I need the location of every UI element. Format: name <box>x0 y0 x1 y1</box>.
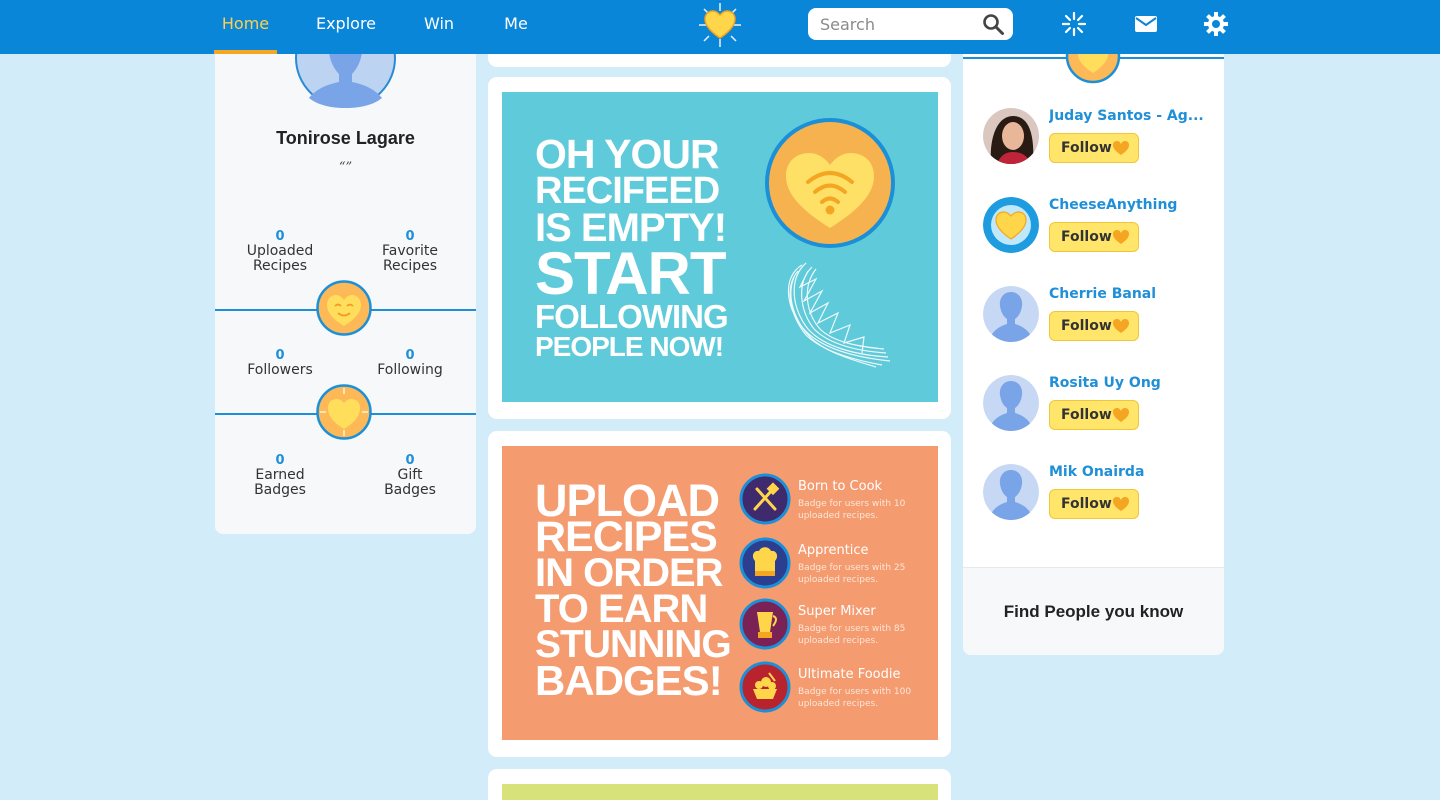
avatar[interactable] <box>983 108 1039 164</box>
empty-feed-headline: OH YOUR RECIFEED IS EMPTY! START FOLLOWI… <box>535 131 729 362</box>
person-name[interactable]: Cherrie Banal <box>1049 286 1209 302</box>
badge-description: Badge for users with 10 uploaded recipes… <box>798 499 906 521</box>
mail-icon[interactable] <box>1133 11 1159 37</box>
badge-title: Super Mixer <box>798 604 876 619</box>
suggested-person: Juday Santos - Ag... Follow <box>963 108 1224 168</box>
badge-description: Badge for users with 85 uploaded recipes… <box>798 624 906 646</box>
stat-label: Earned <box>255 467 305 483</box>
heart-icon <box>1113 319 1129 333</box>
dish-icon <box>739 661 791 713</box>
tab-win[interactable]: Win <box>416 0 462 54</box>
badge-born-to-cook: Born to Cook Badge for users with 10 upl… <box>739 473 929 529</box>
stat-label: Recipes <box>252 258 308 274</box>
stat-value: 0 <box>405 348 415 363</box>
stat-value: 0 <box>405 229 415 244</box>
badge-description: Badge for users with 100 uploaded recipe… <box>798 687 912 709</box>
person-name[interactable]: Mik Onairda <box>1049 464 1209 480</box>
search-input[interactable] <box>820 8 980 40</box>
stat-gift-badges[interactable]: 0 Gift Badges <box>350 454 470 498</box>
suggested-person: CheeseAnything Follow <box>963 197 1224 257</box>
tab-home[interactable]: Home <box>214 0 277 54</box>
follow-button[interactable]: Follow <box>1049 133 1139 163</box>
stat-value: 0 <box>275 348 285 363</box>
wifi-heart-icon <box>765 118 895 248</box>
stat-label: Favorite <box>382 243 438 259</box>
feed-card-empty-feed: OH YOUR RECIFEED IS EMPTY! START FOLLOWI… <box>488 77 951 419</box>
heart-icon <box>1113 497 1129 511</box>
stat-label: Gift <box>397 467 423 483</box>
stat-favorite-recipes[interactable]: 0 Favorite Recipes <box>350 230 470 274</box>
suggested-person: Mik Onairda Follow <box>963 464 1224 524</box>
follow-label: Follow <box>1061 318 1112 334</box>
heart-icon <box>1113 408 1129 422</box>
stat-value: 0 <box>275 453 285 468</box>
stat-followers[interactable]: 0 Followers <box>220 349 340 378</box>
avatar[interactable] <box>983 197 1039 253</box>
badges-promo-banner: UPLOAD RECIPES IN ORDER TO EARN STUNNING… <box>502 446 938 740</box>
follow-button[interactable]: Follow <box>1049 222 1139 252</box>
heart-icon <box>1113 230 1129 244</box>
stat-label: Followers <box>247 362 313 378</box>
scribble-doodle-icon <box>787 262 891 368</box>
person-name[interactable]: Juday Santos - Ag... <box>1049 108 1209 124</box>
empty-feed-banner: OH YOUR RECIFEED IS EMPTY! START FOLLOWI… <box>502 92 938 402</box>
settings-gear-icon[interactable] <box>1203 11 1229 37</box>
mixer-icon <box>739 598 791 650</box>
search-icon[interactable] <box>981 12 1005 36</box>
people-suggestions-card: Juday Santos - Ag... Follow CheeseAnythi… <box>963 40 1224 655</box>
suggested-person: Cherrie Banal Follow <box>963 286 1224 346</box>
person-name[interactable]: Rosita Uy Ong <box>1049 375 1209 391</box>
badge-description: Badge for users with 25 uploaded recipes… <box>798 563 906 585</box>
stat-value: 0 <box>405 453 415 468</box>
stat-label: Badges <box>254 482 306 498</box>
heart-medal-icon <box>316 384 372 440</box>
stat-uploaded-recipes[interactable]: 0 Uploaded Recipes <box>220 230 340 274</box>
follow-label: Follow <box>1061 407 1112 423</box>
avatar[interactable] <box>983 375 1039 431</box>
search-box <box>808 8 1013 40</box>
badge-apprentice: Apprentice Badge for users with 25 uploa… <box>739 537 929 593</box>
notifications-burst-icon[interactable] <box>1061 11 1087 37</box>
badge-super-mixer: Super Mixer Badge for users with 85 uplo… <box>739 598 929 654</box>
tab-me[interactable]: Me <box>496 0 536 54</box>
follow-button[interactable]: Follow <box>1049 311 1139 341</box>
follow-button[interactable]: Follow <box>1049 489 1139 519</box>
happy-heart-medal-icon <box>316 280 372 336</box>
person-name[interactable]: CheeseAnything <box>1049 197 1209 213</box>
profile-quote: “” <box>338 160 353 175</box>
follow-button[interactable]: Follow <box>1049 400 1139 430</box>
follow-label: Follow <box>1061 140 1112 156</box>
stat-following[interactable]: 0 Following <box>350 349 470 378</box>
badge-title: Born to Cook <box>798 479 883 494</box>
avatar[interactable] <box>983 286 1039 342</box>
feed-card-partial-bottom <box>488 769 951 800</box>
profile-name: Tonirose Lagare <box>276 128 415 148</box>
feed-card-badges-promo: UPLOAD RECIPES IN ORDER TO EARN STUNNING… <box>488 431 951 757</box>
next-banner-preview <box>502 784 938 800</box>
tab-explore[interactable]: Explore <box>310 0 382 54</box>
stat-value: 0 <box>275 229 285 244</box>
stat-label: Recipes <box>382 258 438 274</box>
badges-promo-headline: UPLOAD RECIPES IN ORDER TO EARN STUNNING… <box>535 475 732 704</box>
spatula-icon <box>739 473 791 525</box>
chef-hat-icon <box>739 537 791 589</box>
badge-title: Apprentice <box>798 543 869 558</box>
find-people-link[interactable]: Find People you know <box>963 567 1224 655</box>
stat-label: Uploaded <box>246 243 314 259</box>
badge-ultimate-foodie: Ultimate Foodie Badge for users with 100… <box>739 661 929 717</box>
heart-icon <box>1113 141 1129 155</box>
top-navigation-bar: Home Explore Win Me <box>0 0 1440 54</box>
follow-label: Follow <box>1061 496 1112 512</box>
follow-label: Follow <box>1061 229 1112 245</box>
stat-earned-badges[interactable]: 0 Earned Badges <box>220 454 340 498</box>
avatar[interactable] <box>983 464 1039 520</box>
suggested-person: Rosita Uy Ong Follow <box>963 375 1224 435</box>
stat-label: Following <box>377 362 443 378</box>
badge-title: Ultimate Foodie <box>798 667 901 682</box>
profile-card: Tonirose Lagare “” 0 Uploaded Recipes 0 … <box>215 40 476 534</box>
stat-label: Badges <box>384 482 436 498</box>
logo-heart-icon[interactable] <box>696 2 744 48</box>
